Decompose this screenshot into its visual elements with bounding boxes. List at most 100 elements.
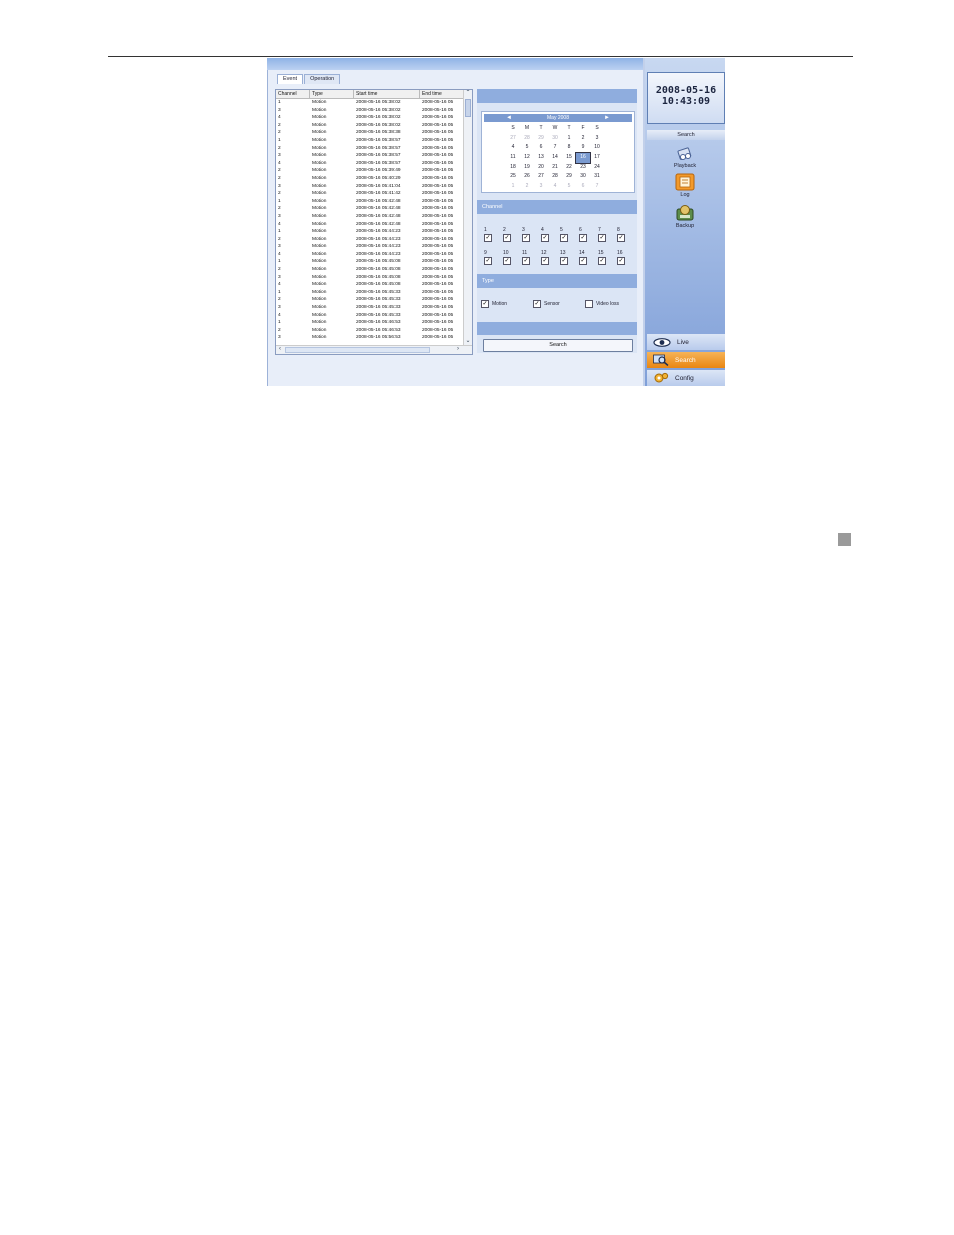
- calendar-day[interactable]: 5: [562, 182, 576, 192]
- log-tool[interactable]: Log: [657, 173, 713, 198]
- table-row[interactable]: 3 Motion 2008-05-16 05:56:53 2008-05-16 05: [276, 334, 464, 342]
- table-row[interactable]: 2 Motion 2008-05-16 05:44:23 2008-05-16 05: [276, 236, 464, 244]
- calendar-day[interactable]: 6: [576, 182, 590, 192]
- channel-checkbox[interactable]: ✓: [560, 234, 568, 242]
- calendar-day[interactable]: 18: [506, 163, 520, 173]
- table-row[interactable]: 4 Motion 2008-05-16 05:45:33 2008-05-16 05: [276, 312, 464, 320]
- channel-checkbox[interactable]: ✓: [579, 257, 587, 265]
- calendar-day[interactable]: 17: [590, 153, 604, 163]
- table-row[interactable]: 1 Motion 2008-05-16 05:38:57 2008-05-16 05: [276, 137, 464, 145]
- calendar-day[interactable]: 4: [506, 143, 520, 153]
- table-row[interactable]: 3 Motion 2008-05-16 05:38:57 2008-05-16 05: [276, 152, 464, 160]
- calendar-day[interactable]: 1: [506, 182, 520, 192]
- vertical-scroll-thumb[interactable]: [465, 99, 471, 117]
- tab-event[interactable]: Event: [277, 74, 304, 84]
- calendar-day[interactable]: 14: [548, 153, 562, 163]
- calendar-day[interactable]: 9: [576, 143, 590, 153]
- calendar-day[interactable]: 13: [534, 153, 548, 163]
- calendar-day[interactable]: 4: [548, 182, 562, 192]
- scroll-right-arrow-icon[interactable]: ›: [454, 346, 462, 353]
- channel-checkbox[interactable]: ✓: [484, 234, 492, 242]
- calendar-day[interactable]: 11: [506, 153, 520, 163]
- channel-checkbox[interactable]: ✓: [579, 234, 587, 242]
- calendar-next-arrow-icon[interactable]: ►: [604, 114, 610, 122]
- backup-tool[interactable]: Backup: [657, 204, 713, 229]
- calendar-day[interactable]: 28: [548, 172, 562, 182]
- table-row[interactable]: 2 Motion 2008-05-16 05:46:53 2008-05-16 05: [276, 327, 464, 335]
- scroll-left-arrow-icon[interactable]: ‹: [276, 346, 284, 353]
- playback-tool[interactable]: Playback: [657, 146, 713, 169]
- table-row[interactable]: 1 Motion 2008-05-16 05:42:48 2008-05-16 05: [276, 198, 464, 206]
- calendar-day[interactable]: 7: [548, 143, 562, 153]
- table-row[interactable]: 4 Motion 2008-05-16 05:44:23 2008-05-16 05: [276, 251, 464, 259]
- channel-checkbox[interactable]: ✓: [503, 234, 511, 242]
- calendar-day[interactable]: 3: [534, 182, 548, 192]
- calendar-day[interactable]: 7: [590, 182, 604, 192]
- table-row[interactable]: 3 Motion 2008-05-16 05:44:23 2008-05-16 05: [276, 243, 464, 251]
- calendar-day[interactable]: 28: [520, 134, 534, 144]
- calendar-day[interactable]: 26: [520, 172, 534, 182]
- calendar-day[interactable]: 1: [562, 134, 576, 144]
- channel-checkbox[interactable]: ✓: [503, 257, 511, 265]
- horizontal-scrollbar[interactable]: ‹ ›: [276, 345, 472, 354]
- type-checkbox[interactable]: ✓: [533, 300, 541, 308]
- calendar-day[interactable]: 27: [506, 134, 520, 144]
- table-row[interactable]: 2 Motion 2008-05-16 05:40:29 2008-05-16 05: [276, 175, 464, 183]
- scroll-up-arrow-icon[interactable]: ⌃: [464, 90, 472, 97]
- table-row[interactable]: 2 Motion 2008-05-16 05:41:42 2008-05-16 05: [276, 190, 464, 198]
- table-row[interactable]: 4 Motion 2008-05-16 05:45:08 2008-05-16 05: [276, 281, 464, 289]
- nav-config-button[interactable]: Config: [647, 370, 725, 386]
- calendar-day[interactable]: 30: [576, 172, 590, 182]
- table-row[interactable]: 3 Motion 2008-05-16 05:38:02 2008-05-16 05: [276, 107, 464, 115]
- calendar-day[interactable]: 24: [590, 163, 604, 173]
- calendar-day[interactable]: 16: [575, 152, 591, 164]
- table-row[interactable]: 1 Motion 2008-05-16 05:44:23 2008-05-16 05: [276, 228, 464, 236]
- calendar-day[interactable]: 6: [534, 143, 548, 153]
- table-row[interactable]: 4 Motion 2008-05-16 05:38:57 2008-05-16 05: [276, 160, 464, 168]
- calendar-day[interactable]: 5: [520, 143, 534, 153]
- scroll-down-arrow-icon[interactable]: ⌄: [464, 338, 472, 345]
- type-option[interactable]: ✓ Sensor: [533, 300, 560, 308]
- calendar-day[interactable]: 29: [534, 134, 548, 144]
- table-row[interactable]: 1 Motion 2008-05-16 05:46:53 2008-05-16 05: [276, 319, 464, 327]
- horizontal-scroll-thumb[interactable]: [285, 347, 430, 353]
- calendar-day[interactable]: 31: [590, 172, 604, 182]
- table-row[interactable]: 4 Motion 2008-05-16 05:38:02 2008-05-16 05: [276, 114, 464, 122]
- event-list[interactable]: Channel Type Start time End time 1 Motion…: [275, 89, 473, 355]
- channel-checkbox[interactable]: ✓: [541, 257, 549, 265]
- calendar-day[interactable]: 30: [548, 134, 562, 144]
- calendar-day[interactable]: 2: [520, 182, 534, 192]
- calendar-prev-arrow-icon[interactable]: ◄: [506, 114, 512, 122]
- tab-operation[interactable]: Operation: [304, 74, 341, 84]
- table-row[interactable]: 2 Motion 2008-05-16 05:42:48 2008-05-16 05: [276, 205, 464, 213]
- table-row[interactable]: 1 Motion 2008-05-16 05:45:08 2008-05-16 05: [276, 258, 464, 266]
- table-row[interactable]: 1 Motion 2008-05-16 05:45:33 2008-05-16 05: [276, 289, 464, 297]
- search-button[interactable]: Search: [483, 339, 633, 352]
- table-row[interactable]: 2 Motion 2008-05-16 05:38:38 2008-05-16 05: [276, 129, 464, 137]
- table-row[interactable]: 1 Motion 2008-05-16 05:38:02 2008-05-16 05: [276, 99, 464, 107]
- calendar-day[interactable]: 29: [562, 172, 576, 182]
- channel-checkbox[interactable]: ✓: [541, 234, 549, 242]
- channel-checkbox[interactable]: ✓: [484, 257, 492, 265]
- table-row[interactable]: 2 Motion 2008-05-16 05:45:33 2008-05-16 05: [276, 296, 464, 304]
- type-checkbox[interactable]: ✓: [481, 300, 489, 308]
- calendar-day[interactable]: 10: [590, 143, 604, 153]
- table-row[interactable]: 4 Motion 2008-05-16 05:42:48 2008-05-16 05: [276, 221, 464, 229]
- column-header-end-time[interactable]: End time: [420, 90, 464, 98]
- nav-search-button[interactable]: Search: [647, 352, 725, 368]
- channel-checkbox[interactable]: ✓: [617, 257, 625, 265]
- calendar-day[interactable]: 15: [562, 153, 576, 163]
- table-row[interactable]: 2 Motion 2008-05-16 05:45:08 2008-05-16 05: [276, 266, 464, 274]
- calendar-day[interactable]: 2: [576, 134, 590, 144]
- column-header-start-time[interactable]: Start time: [354, 90, 420, 98]
- calendar-day[interactable]: 25: [506, 172, 520, 182]
- calendar-day[interactable]: 20: [534, 163, 548, 173]
- type-option[interactable]: ✓ Motion: [481, 300, 507, 308]
- channel-checkbox[interactable]: ✓: [598, 234, 606, 242]
- table-row[interactable]: 2 Motion 2008-05-16 05:38:02 2008-05-16 05: [276, 122, 464, 130]
- table-row[interactable]: 2 Motion 2008-05-16 05:38:57 2008-05-16 05: [276, 145, 464, 153]
- nav-live-button[interactable]: Live: [647, 334, 725, 350]
- vertical-scrollbar[interactable]: ⌃ ⌄: [463, 90, 472, 345]
- column-header-channel[interactable]: Channel: [276, 90, 310, 98]
- calendar-day[interactable]: 3: [590, 134, 604, 144]
